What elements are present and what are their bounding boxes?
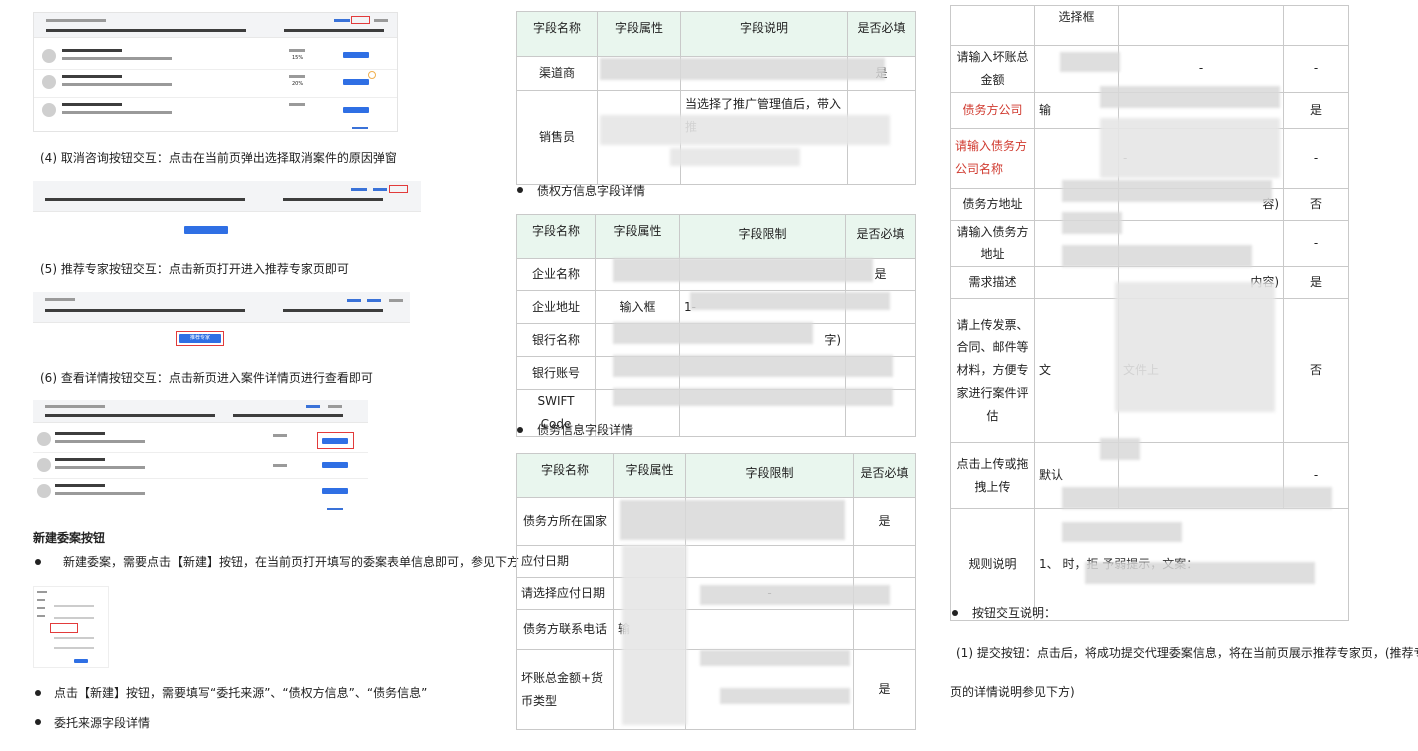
header-field-attr: 字段属性 xyxy=(597,11,681,57)
cell-attr: 输入框 xyxy=(595,290,680,324)
cell-required: 是 xyxy=(1283,266,1349,300)
blurred-redaction xyxy=(1062,487,1332,509)
bullet2-text: 点击【新建】按钮，需要填写“委托来源”、“债权方信息”、“债务信息” xyxy=(54,686,428,700)
blurred-redaction xyxy=(1062,212,1122,234)
shot-recommend-button xyxy=(184,226,228,234)
bullet-dot xyxy=(952,610,958,616)
cell-name: 企业地址 xyxy=(516,290,596,324)
shot-detail-button-3 xyxy=(343,107,369,113)
cell-required: 否 xyxy=(1283,298,1349,444)
bullet1-text: 新建委案，需要点击【新建】按钮，在当前页打开填写的委案表单信息即可，参见下方 xyxy=(63,555,520,569)
shot-detail-button-2 xyxy=(343,79,369,85)
shot-progress-1: 15% xyxy=(292,55,304,61)
header-field-attr: 字段属性 xyxy=(613,453,686,498)
cell-name: 请上传发票、合同、邮件等材料，方便专家进行案件评估 xyxy=(950,298,1035,444)
blurred-redaction xyxy=(1100,86,1280,108)
header-required: 是否必填 xyxy=(847,11,916,57)
blurred-redaction xyxy=(1060,52,1120,72)
bullet-dot xyxy=(517,187,523,193)
screenshot-case-list-4 xyxy=(33,400,368,512)
step4-text: (4) 取消咨询按钮交互：点击在当前页弹出选择取消案件的原因弹窗 xyxy=(40,151,397,165)
caption-creditor: 债权方信息字段详情 xyxy=(537,184,646,198)
cell-name: 点击上传或拖拽上传 xyxy=(950,442,1035,510)
blurred-redaction xyxy=(700,650,850,666)
cell-name: 请输入坏账总金额 xyxy=(950,45,1035,93)
blurred-redaction xyxy=(1085,562,1315,584)
caption-debt: 债务信息字段详情 xyxy=(537,423,634,437)
cell-name: 债务方公司 xyxy=(950,91,1035,129)
blurred-redaction xyxy=(1100,118,1280,178)
header-field-limit: 字段限制 xyxy=(685,453,854,498)
submit-button-desc-cont: 页的详情说明参见下方) xyxy=(950,685,1075,699)
screenshot-case-list-1: 15% 20% xyxy=(33,12,398,132)
cell-attr: 选择框 xyxy=(1034,5,1119,46)
cell-required: 是 xyxy=(853,649,916,730)
screenshot-case-list-2 xyxy=(33,181,421,243)
header-required: 是否必填 xyxy=(853,453,916,498)
cell-name: 坏账总金额+货币类型 xyxy=(516,649,614,730)
cell-name: 应付日期 xyxy=(516,545,614,578)
blurred-redaction xyxy=(613,388,893,406)
header-field-name: 字段名称 xyxy=(516,214,596,259)
blurred-redaction xyxy=(613,355,893,377)
header-field-name: 字段名称 xyxy=(516,11,598,57)
cell-required: 是 xyxy=(1283,91,1349,129)
blurred-redaction xyxy=(613,322,813,344)
cell-name: 债务方所在国家 xyxy=(516,497,614,546)
cell-name: 企业名称 xyxy=(516,258,596,291)
bullet-dot xyxy=(35,559,41,565)
cell-name: 请选择应付日期 xyxy=(516,577,614,610)
header-field-desc: 字段说明 xyxy=(680,11,848,57)
submit-button-desc: (1) 提交按钮：点击后，将成功提交代理委案信息，将在当前页展示推荐专家页，(推… xyxy=(956,646,1418,660)
header-field-limit: 字段限制 xyxy=(679,214,846,259)
header-field-attr: 字段属性 xyxy=(595,214,680,259)
blurred-redaction xyxy=(1100,438,1140,460)
cell-required: 是 xyxy=(853,497,916,546)
blurred-redaction xyxy=(1062,522,1182,542)
cell-name: 请输入债务方公司名称 xyxy=(950,127,1035,189)
bullet-dot xyxy=(35,690,41,696)
blurred-redaction xyxy=(690,292,890,310)
button-interaction-title: 按钮交互说明： xyxy=(972,606,1057,620)
cell-name: 请输入债务方地址 xyxy=(950,219,1035,268)
new-case-form-thumbnail xyxy=(33,586,109,668)
blurred-redaction xyxy=(1062,180,1272,202)
blurred-redaction xyxy=(613,258,873,282)
blurred-redaction xyxy=(600,58,885,80)
blurred-redaction xyxy=(622,545,687,725)
screenshot-case-list-3: 推荐专家 xyxy=(33,292,410,352)
bullet3-text: 委托来源字段详情 xyxy=(54,716,151,730)
cell-name: 债务方联系电话 xyxy=(516,609,614,650)
bullet-dot xyxy=(35,719,41,725)
header-required: 是否必填 xyxy=(845,214,916,259)
blurred-redaction xyxy=(600,115,890,145)
cell-name: 银行名称 xyxy=(516,323,596,357)
blurred-redaction xyxy=(700,585,890,605)
blurred-redaction xyxy=(1115,282,1275,412)
cell-name: 债务方地址 xyxy=(950,187,1035,221)
shot-detail-button-1 xyxy=(343,52,369,58)
cell-name: 需求描述 xyxy=(950,266,1035,300)
header-field-name: 字段名称 xyxy=(516,453,614,498)
cell-name: 银行账号 xyxy=(516,356,596,390)
cell-name: 销售员 xyxy=(516,90,598,185)
blurred-redaction xyxy=(720,688,850,704)
blurred-redaction xyxy=(1062,245,1252,267)
section-title: 新建委案按钮 xyxy=(33,531,106,545)
blurred-redaction xyxy=(670,148,800,166)
cell-name: 渠道商 xyxy=(516,56,598,91)
shot-progress-2: 20% xyxy=(292,81,304,87)
bullet-dot xyxy=(517,427,523,433)
blurred-redaction xyxy=(620,500,845,540)
cell-required: 否 xyxy=(1283,187,1349,221)
step5-text: (5) 推荐专家按钮交互：点击新页打开进入推荐专家页即可 xyxy=(40,262,349,276)
step6-text: (6) 查看详情按钮交互：点击新页进入案件详情页进行查看即可 xyxy=(40,371,373,385)
